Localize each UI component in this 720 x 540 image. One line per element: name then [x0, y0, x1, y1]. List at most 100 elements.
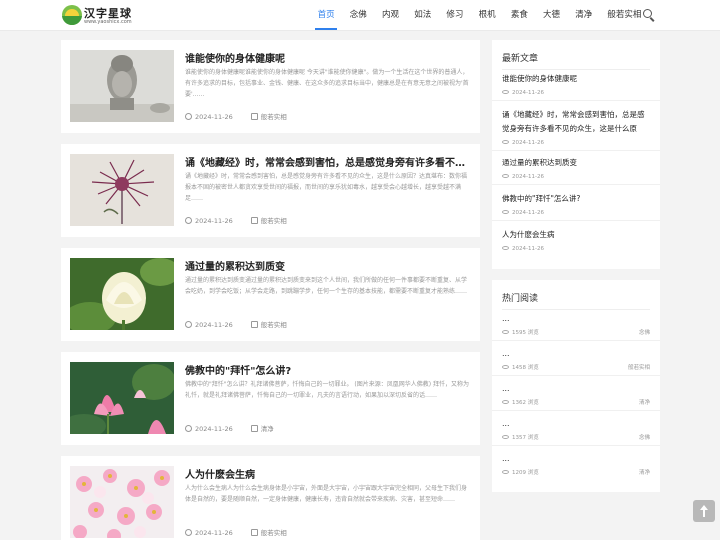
view-count: 1357 浏览: [512, 435, 539, 441]
list-item-date: 2024-11-26: [512, 246, 544, 252]
list-item-date: 2024-11-26: [512, 210, 544, 216]
list-item-category[interactable]: 念佛: [639, 433, 650, 443]
divider: [502, 69, 650, 70]
list-item: 谁能使你的身体健康呢 2024-11-26: [502, 72, 650, 98]
nav-item-rufa[interactable]: 如法: [407, 0, 439, 30]
article-meta: 2024-11-26 般若实相: [185, 527, 287, 537]
divider: [492, 150, 660, 151]
buddha-statue-thumbnail[interactable]: [70, 50, 174, 122]
list-item-title[interactable]: …: [502, 417, 650, 431]
site-header: 汉字星球 www.yaoshicx.com 首页 念佛 内观 如法 修习 根机 …: [0, 0, 720, 31]
latest-articles-widget: 最新文章 谁能使你的身体健康呢 2024-11-26 诵《地藏经》时，常常会感到…: [492, 40, 660, 269]
pink-lotus-thumbnail[interactable]: [70, 362, 174, 434]
nav-item-nianfo[interactable]: 念佛: [342, 0, 374, 30]
article-card: 诵《地藏经》时，常常会感到害怕，总是感觉身旁有许多看不见的众生，这是什么原因？ …: [61, 144, 480, 237]
article-category[interactable]: 般若实相: [261, 217, 287, 225]
article-excerpt: 诵《地藏经》时，常常会感到害怕，总是感觉身旁有许多看不见的众生，这是什么原因？达…: [185, 173, 468, 202]
list-item-title[interactable]: …: [502, 452, 650, 466]
list-item-category[interactable]: 念佛: [639, 328, 650, 338]
article-category[interactable]: 般若实相: [261, 529, 287, 537]
article-title[interactable]: 佛教中的"拜忏"怎么讲?: [185, 362, 469, 377]
nav-item-neiguan[interactable]: 内观: [374, 0, 406, 30]
flower-thumbnail[interactable]: [70, 154, 174, 226]
article-category[interactable]: 般若实相: [261, 113, 287, 121]
list-item-title[interactable]: …: [502, 312, 650, 326]
logo-mark-icon: [62, 5, 82, 25]
widget-title: 热门阅读: [502, 294, 539, 304]
article-excerpt: 谁能使你的身体健康呢谁能使你的身体健康呢 今天讲"谁能使你健康"。做为一个生活在…: [185, 69, 469, 98]
list-item-title[interactable]: 人为什麽会生病: [502, 228, 650, 242]
article-title[interactable]: 通过量的累积达到质变: [185, 258, 469, 273]
article-meta: 2024-11-26 般若实相: [185, 111, 287, 121]
folder-icon: [250, 529, 258, 536]
nav-item-bore[interactable]: 般若实相: [600, 0, 649, 30]
list-item-title[interactable]: 佛教中的"拜忏"怎么讲?: [502, 192, 650, 206]
list-item-category[interactable]: 清净: [639, 398, 650, 408]
list-item-title[interactable]: 诵《地藏经》时，常常会感到害怕，总是感觉身旁有许多看不见的众生，这是什么原因？: [502, 108, 650, 136]
article-meta: 2024-11-26 清净: [185, 423, 274, 433]
article-card: 通过量的累积达到质变 通过量的累积达到质变通过量的累积达到质变来到这个人世间，我…: [61, 248, 480, 341]
nav-item-xiuxi[interactable]: 修习: [439, 0, 471, 30]
folder-icon: [250, 113, 258, 120]
divider: [492, 410, 660, 411]
clock-icon: [185, 529, 192, 536]
list-item: 诵《地藏经》时，常常会感到害怕，总是感觉身旁有许多看不见的众生，这是什么原因？ …: [502, 108, 650, 148]
list-item-title[interactable]: …: [502, 382, 650, 396]
view-count: 1458 浏览: [512, 365, 539, 371]
search-icon[interactable]: [643, 9, 655, 22]
divider: [492, 184, 660, 185]
nav-item-dade[interactable]: 大德: [535, 0, 567, 30]
list-item-title[interactable]: 谁能使你的身体健康呢: [502, 72, 650, 86]
article-title[interactable]: 人为什麽会生病: [185, 466, 469, 481]
list-item-date: 2024-11-26: [512, 174, 544, 180]
nav-item-home[interactable]: 首页: [310, 0, 342, 30]
article-excerpt: 佛教中的"拜忏"怎么讲？礼拜诸佛菩萨，忏悔自己的一切罪业。 (图片来源：凤凰网华…: [185, 381, 470, 399]
back-to-top-button[interactable]: [693, 500, 715, 522]
list-item: … 1458 浏览 般若实相: [502, 347, 650, 373]
article-date: 2024-11-26: [195, 321, 233, 329]
article-category[interactable]: 般若实相: [261, 321, 287, 329]
list-item: … 1209 浏览 清净: [502, 452, 650, 478]
view-count: 1595 浏览: [512, 330, 539, 336]
hot-reading-widget: 热门阅读 … 1595 浏览 念佛 … 1458 浏览 般若实相 … 1362 浏览…: [492, 280, 660, 492]
clock-icon: [185, 113, 192, 120]
divider: [492, 445, 660, 446]
article-category[interactable]: 清净: [261, 425, 274, 433]
lotus-bud-thumbnail[interactable]: [70, 258, 174, 330]
clock-icon: [502, 210, 509, 214]
list-item: … 1595 浏览 念佛: [502, 312, 650, 338]
article-meta: 2024-11-26 般若实相: [185, 319, 287, 329]
eye-icon: [502, 365, 509, 369]
cosmos-flowers-thumbnail[interactable]: [70, 466, 174, 538]
divider: [502, 309, 650, 310]
article-date: 2024-11-26: [195, 217, 233, 225]
list-item: … 1357 浏览 念佛: [502, 417, 650, 443]
list-item-category[interactable]: 清净: [639, 468, 650, 478]
article-title[interactable]: 诵《地藏经》时，常常会感到害怕，总是感觉身旁有许多看不见的众生，这是什么原因？: [185, 154, 469, 169]
site-logo[interactable]: 汉字星球 www.yaoshicx.com: [62, 5, 152, 27]
folder-icon: [250, 217, 258, 224]
article-date: 2024-11-26: [195, 425, 233, 433]
eye-icon: [502, 435, 509, 439]
list-item: 人为什麽会生病 2024-11-26: [502, 228, 650, 254]
list-item-date: 2024-11-26: [512, 90, 544, 96]
list-item-title[interactable]: 通过量的累积达到质变: [502, 156, 650, 170]
list-item: 佛教中的"拜忏"怎么讲? 2024-11-26: [502, 192, 650, 218]
site-url: www.yaoshicx.com: [84, 19, 132, 25]
clock-icon: [502, 246, 509, 250]
eye-icon: [502, 330, 509, 334]
nav-item-sushi[interactable]: 素食: [503, 0, 535, 30]
list-item-category[interactable]: 般若实相: [628, 363, 650, 373]
nav-item-genji[interactable]: 根机: [471, 0, 503, 30]
article-title[interactable]: 谁能使你的身体健康呢: [185, 50, 469, 65]
article-card: 谁能使你的身体健康呢 谁能使你的身体健康呢谁能使你的身体健康呢 今天讲"谁能使你…: [61, 40, 480, 133]
list-item-title[interactable]: …: [502, 347, 650, 361]
article-date: 2024-11-26: [195, 529, 233, 537]
clock-icon: [185, 217, 192, 224]
clock-icon: [502, 140, 509, 144]
eye-icon: [502, 400, 509, 404]
widget-title: 最新文章: [502, 54, 539, 64]
nav-item-qingjing[interactable]: 清净: [568, 0, 600, 30]
view-count: 1362 浏览: [512, 400, 539, 406]
clock-icon: [185, 425, 192, 432]
